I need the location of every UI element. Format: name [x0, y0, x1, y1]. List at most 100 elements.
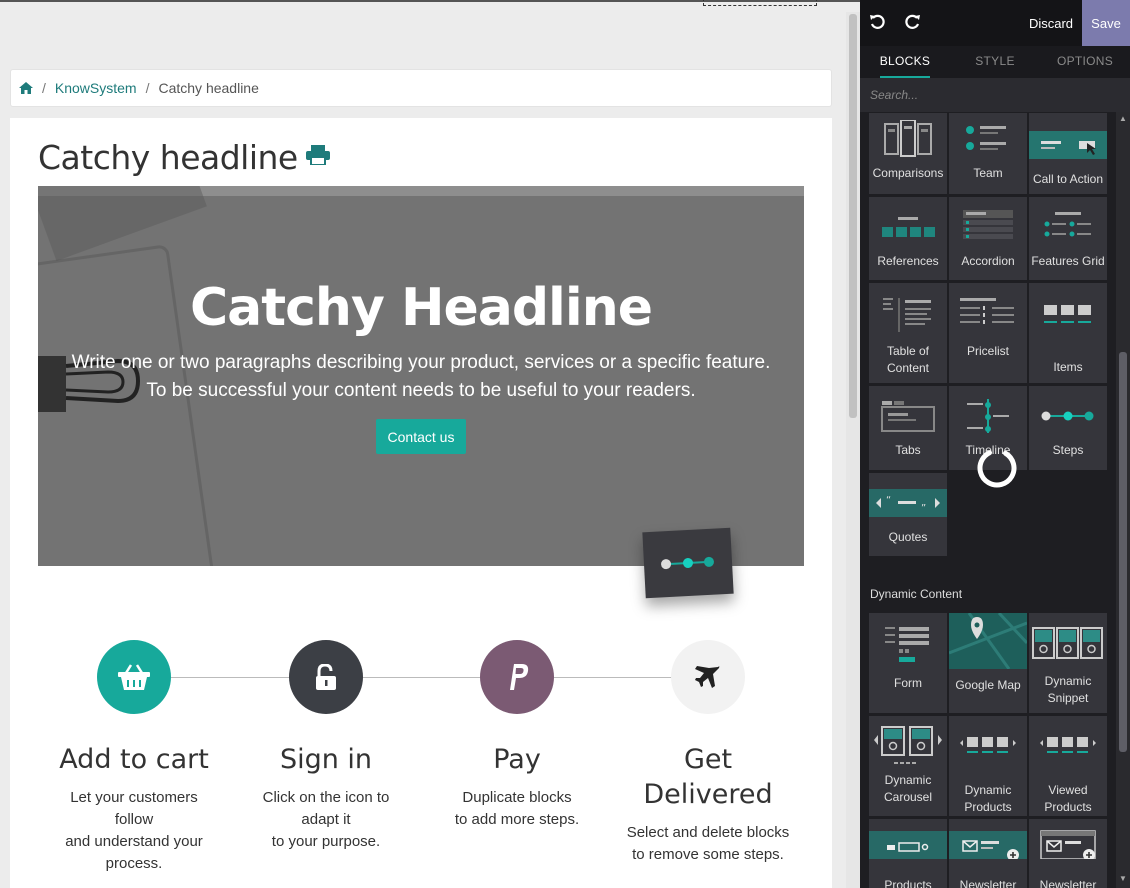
- step-title[interactable]: Get Delivered: [613, 742, 803, 812]
- sidebar-scrollbar-thumb[interactable]: [1119, 352, 1127, 752]
- quotes-icon: “”: [869, 483, 947, 523]
- dragged-steps-block[interactable]: [642, 527, 734, 599]
- step-desc-line: follow: [114, 811, 154, 828]
- block-tabs[interactable]: Tabs: [869, 386, 947, 470]
- table-of-content-icon: [881, 295, 935, 335]
- block-label: Team: [973, 166, 1003, 180]
- block-label: Dynamic Carousel: [883, 773, 933, 804]
- step-add-to-cart[interactable]: Add to cart Let your customers follow an…: [39, 640, 229, 875]
- discard-button[interactable]: Discard: [1020, 0, 1082, 46]
- redo-icon[interactable]: [905, 14, 921, 35]
- breadcrumb-separator: /: [145, 80, 150, 96]
- block-references[interactable]: References: [869, 197, 947, 280]
- timeline-icon: [963, 396, 1013, 436]
- block-call-to-action[interactable]: Call to Action: [1029, 113, 1107, 194]
- block-viewed-products[interactable]: Viewed Products: [1029, 716, 1107, 816]
- breadcrumb: / KnowSystem / Catchy headline: [10, 69, 832, 107]
- features-grid-icon: [1041, 207, 1095, 247]
- breadcrumb-knowsystem-link[interactable]: KnowSystem: [55, 80, 137, 96]
- block-label: Dynamic Snippet: [1044, 674, 1092, 705]
- block-features-grid[interactable]: Features Grid: [1029, 197, 1107, 280]
- team-icon: [964, 119, 1012, 159]
- canvas-scrollbar-thumb[interactable]: [849, 14, 857, 418]
- editor-sidebar: Discard Save BLOCKS STYLE OPTIONS Search…: [860, 0, 1130, 888]
- block-comparisons[interactable]: Comparisons: [869, 113, 947, 194]
- step-title[interactable]: Pay: [422, 742, 612, 777]
- step-title[interactable]: Sign in: [231, 742, 421, 777]
- block-label: Dynamic Products: [964, 783, 1012, 814]
- tab-blocks[interactable]: BLOCKS: [860, 46, 950, 78]
- sidebar-scrollbar[interactable]: ▲ ▼: [1116, 112, 1130, 888]
- block-dynamic-snippet[interactable]: Dynamic Snippet: [1029, 613, 1107, 713]
- drop-zone-outline: [703, 0, 817, 6]
- hero-banner[interactable]: Catchy Headline Write one or two paragra…: [38, 186, 804, 566]
- step-description[interactable]: Let your customers follow and understand…: [39, 787, 229, 875]
- step-pay[interactable]: Pay Duplicate blocks to add more steps.: [422, 640, 612, 831]
- step-get-delivered[interactable]: Get Delivered Select and delete blocks t…: [613, 640, 803, 866]
- step-desc-line: to add more steps.: [454, 811, 580, 828]
- block-quotes[interactable]: “” Quotes: [869, 473, 947, 556]
- block-label: Items: [1053, 360, 1083, 374]
- step-sign-in[interactable]: Sign in Click on the icon to adapt it to…: [231, 640, 421, 853]
- dynamic-products-icon: [958, 726, 1018, 764]
- block-accordion[interactable]: Accordion: [949, 197, 1027, 280]
- step-description[interactable]: Select and delete blocks to remove some …: [613, 822, 803, 866]
- items-icon: [1042, 295, 1094, 335]
- step-description[interactable]: Click on the icon to adapt it to your pu…: [231, 787, 421, 853]
- print-icon[interactable]: [305, 134, 330, 173]
- block-label: Accordion: [961, 254, 1015, 268]
- hero-text-line[interactable]: Write one or two paragraphs describing y…: [38, 352, 804, 374]
- step-title[interactable]: Add to cart: [39, 742, 229, 777]
- block-team[interactable]: Team: [949, 113, 1027, 194]
- step-desc-line: process.: [105, 855, 163, 872]
- website-canvas[interactable]: / KnowSystem / Catchy headline Catchy he…: [0, 0, 860, 888]
- block-label: Products: [884, 878, 932, 888]
- google-map-icon: [949, 613, 1027, 669]
- block-label: Comparisons: [872, 166, 944, 180]
- home-icon[interactable]: [19, 82, 33, 94]
- blocks-search-input[interactable]: Search...: [860, 78, 1130, 112]
- scroll-up-icon[interactable]: ▲: [1119, 114, 1127, 123]
- breadcrumb-current: Catchy headline: [158, 80, 259, 96]
- block-items[interactable]: Items: [1029, 283, 1107, 383]
- block-newsletter-popup[interactable]: Newsletter: [1029, 819, 1107, 888]
- block-form[interactable]: Form: [869, 613, 947, 713]
- tab-style[interactable]: STYLE: [950, 46, 1040, 78]
- basket-icon[interactable]: [97, 640, 171, 714]
- viewed-products-icon: [1038, 726, 1098, 764]
- block-pricelist[interactable]: Pricelist: [949, 283, 1027, 383]
- step-description[interactable]: Duplicate blocks to add more steps.: [422, 787, 612, 831]
- block-dynamic-carousel[interactable]: Dynamic Carousel: [869, 716, 947, 816]
- block-label: Tabs: [895, 443, 921, 457]
- references-icon: [880, 207, 936, 247]
- editor-toolbar: Discard Save: [860, 0, 1130, 46]
- hero-text-line[interactable]: To be successful your content needs to b…: [38, 380, 804, 402]
- block-newsletter[interactable]: Newsletter: [949, 819, 1027, 888]
- block-products[interactable]: Products: [869, 819, 947, 888]
- block-steps[interactable]: Steps: [1029, 386, 1107, 470]
- block-label: Newsletter: [959, 878, 1017, 888]
- scroll-down-icon[interactable]: ▼: [1119, 874, 1127, 883]
- unlock-icon[interactable]: [289, 640, 363, 714]
- canvas-scrollbar[interactable]: [846, 12, 860, 888]
- undo-icon[interactable]: [869, 14, 885, 35]
- contact-us-button[interactable]: Contact us: [376, 419, 466, 454]
- tab-options[interactable]: OPTIONS: [1040, 46, 1130, 78]
- products-icon: [869, 819, 947, 859]
- step-desc-line: to remove some steps.: [632, 846, 784, 863]
- block-table-of-content[interactable]: Table of Content: [869, 283, 947, 383]
- page-title-text[interactable]: Catchy headline: [38, 138, 298, 177]
- block-dynamic-products[interactable]: Dynamic Products: [949, 716, 1027, 816]
- paypal-icon[interactable]: [480, 640, 554, 714]
- hero-title[interactable]: Catchy Headline: [38, 278, 804, 338]
- save-button[interactable]: Save: [1082, 0, 1130, 46]
- plane-icon[interactable]: [671, 640, 745, 714]
- page-title[interactable]: Catchy headline: [38, 134, 330, 177]
- block-google-map[interactable]: Google Map: [949, 613, 1027, 713]
- block-label: Newsletter: [1039, 878, 1097, 888]
- step-desc-line: Click on the icon to: [262, 789, 390, 806]
- form-icon: [883, 625, 933, 665]
- accordion-icon: [961, 207, 1015, 247]
- comparisons-icon: [883, 119, 933, 159]
- svg-text:”: ”: [921, 503, 926, 514]
